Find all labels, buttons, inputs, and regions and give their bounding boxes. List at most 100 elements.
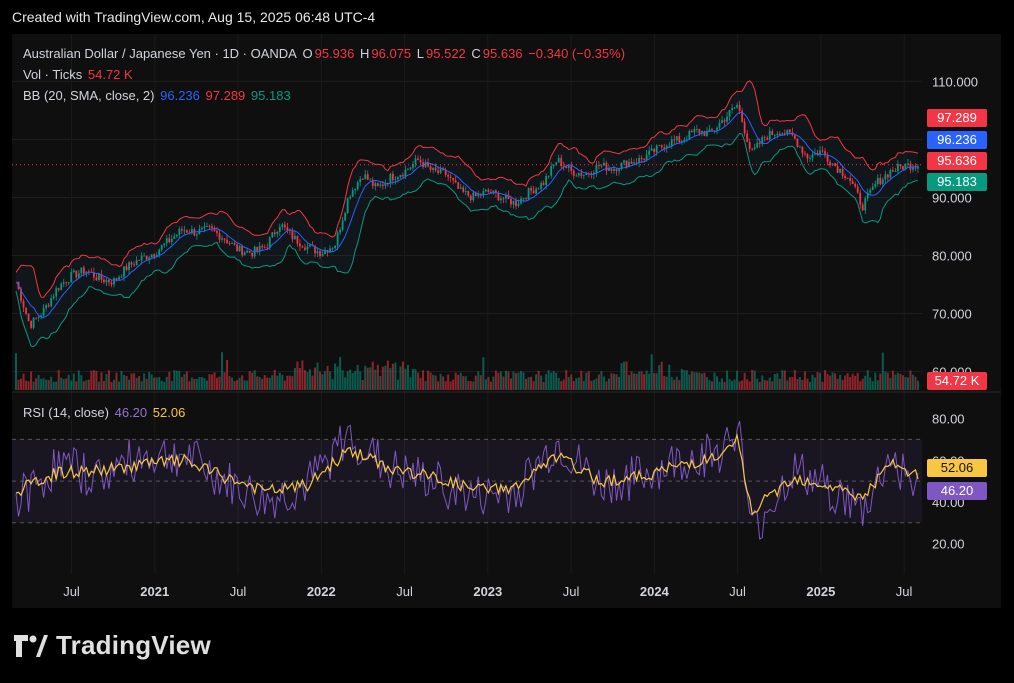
volume-bar (821, 381, 824, 390)
volume-badge: 54.72 K (927, 372, 987, 390)
volume-bar (50, 376, 53, 390)
open-value: 95.936 (314, 46, 355, 61)
price-candle (773, 134, 776, 136)
price-candle (261, 245, 264, 248)
price-candle (231, 243, 233, 244)
volume-bar (886, 372, 889, 390)
volume-bar (904, 376, 907, 390)
volume-bar (829, 375, 832, 390)
rsi-label[interactable]: RSI (14, close) (23, 405, 109, 420)
volume-bar (296, 361, 299, 390)
price-candle (72, 270, 75, 272)
chart-panel[interactable]: 110.000100.00090.00080.00070.00060.000Ju… (12, 34, 1001, 608)
volume-bar (291, 376, 294, 390)
price-candle (236, 244, 239, 252)
price-candle (711, 129, 713, 131)
tradingview-logo[interactable]: TradingView (14, 630, 211, 661)
volume-bar (575, 378, 578, 390)
price-candle (70, 271, 73, 283)
volume-bar (758, 381, 761, 390)
volume-bar (434, 375, 437, 390)
volume-bar (542, 381, 545, 390)
volume-bar (585, 372, 588, 390)
price-candle (889, 170, 892, 178)
volume-bar (731, 380, 734, 390)
time-axis-tick: Jul (230, 584, 247, 599)
price-candle (173, 236, 176, 239)
price-candle (62, 282, 65, 284)
volume-bar (442, 376, 445, 390)
price-candle (731, 108, 733, 111)
volume-bar (123, 375, 126, 390)
price-candle (575, 175, 578, 177)
symbol-title[interactable]: Australian Dollar / Japanese Yen · 1D · … (23, 46, 297, 61)
volume-bar (530, 376, 533, 390)
volume-bar (648, 373, 651, 390)
bb-label[interactable]: BB (20, SMA, close, 2) (23, 88, 155, 103)
volume-bar (313, 367, 316, 390)
price-candle (454, 180, 457, 183)
price-candle (522, 198, 525, 200)
volume-legend: Vol · Ticks 54.72 K (23, 67, 135, 82)
volume-bar (419, 377, 422, 390)
volume-label[interactable]: Vol · Ticks (23, 67, 82, 82)
price-candle (226, 239, 228, 244)
volume-bar (406, 364, 409, 390)
volume-bar (62, 379, 65, 390)
price-candle (359, 179, 362, 183)
price-candle (304, 247, 306, 250)
price-candle (894, 171, 897, 172)
volume-bar (665, 376, 668, 390)
volume-bar (422, 370, 425, 390)
price-candle (743, 121, 746, 134)
volume-bar (660, 361, 663, 390)
volume-bar (653, 373, 656, 390)
price-candle (30, 320, 32, 328)
volume-bar (130, 373, 133, 390)
volume-bar (100, 372, 103, 390)
volume-bar (655, 373, 658, 390)
volume-bar (791, 377, 794, 390)
price-candle (849, 178, 852, 182)
volume-bar (226, 360, 229, 390)
volume-bar (183, 374, 186, 390)
volume-bar (258, 376, 261, 390)
volume-bar (497, 372, 500, 390)
price-candle (25, 307, 27, 314)
price-candle (55, 288, 58, 297)
price-candle (660, 145, 663, 148)
volume-bar (138, 376, 141, 390)
volume-bar (834, 373, 837, 390)
price-candle (690, 130, 693, 133)
volume-bar (487, 376, 490, 390)
volume-bar (705, 377, 708, 390)
price-candle (140, 255, 143, 261)
price-candle (851, 181, 854, 185)
volume-bar (618, 376, 621, 390)
last-price-badge: 95.636 (927, 152, 987, 170)
volume-bar (851, 373, 854, 390)
volume-bar (633, 373, 636, 390)
volume-bar (771, 381, 774, 390)
price-candle (135, 260, 138, 266)
price-candle (768, 131, 771, 140)
price-candle (532, 190, 535, 194)
volume-bar (165, 376, 168, 390)
volume-bar (698, 372, 701, 390)
chart-canvas[interactable]: 110.000100.00090.00080.00070.00060.000Ju… (12, 34, 1001, 608)
price-candle (407, 169, 409, 170)
volume-bar (911, 374, 914, 390)
volume-bar (808, 381, 811, 390)
volume-bar (610, 373, 613, 390)
price-candle (103, 279, 105, 283)
price-candle (653, 148, 656, 153)
price-candle (630, 161, 633, 164)
price-candle (27, 313, 30, 321)
volume-bar (339, 357, 342, 390)
volume-bar (248, 371, 251, 390)
volume-bar (494, 370, 497, 390)
volume-bar (736, 370, 739, 390)
price-candle (600, 165, 603, 167)
price-candle (582, 174, 585, 176)
price-axis-tick: 90.000 (932, 190, 972, 205)
